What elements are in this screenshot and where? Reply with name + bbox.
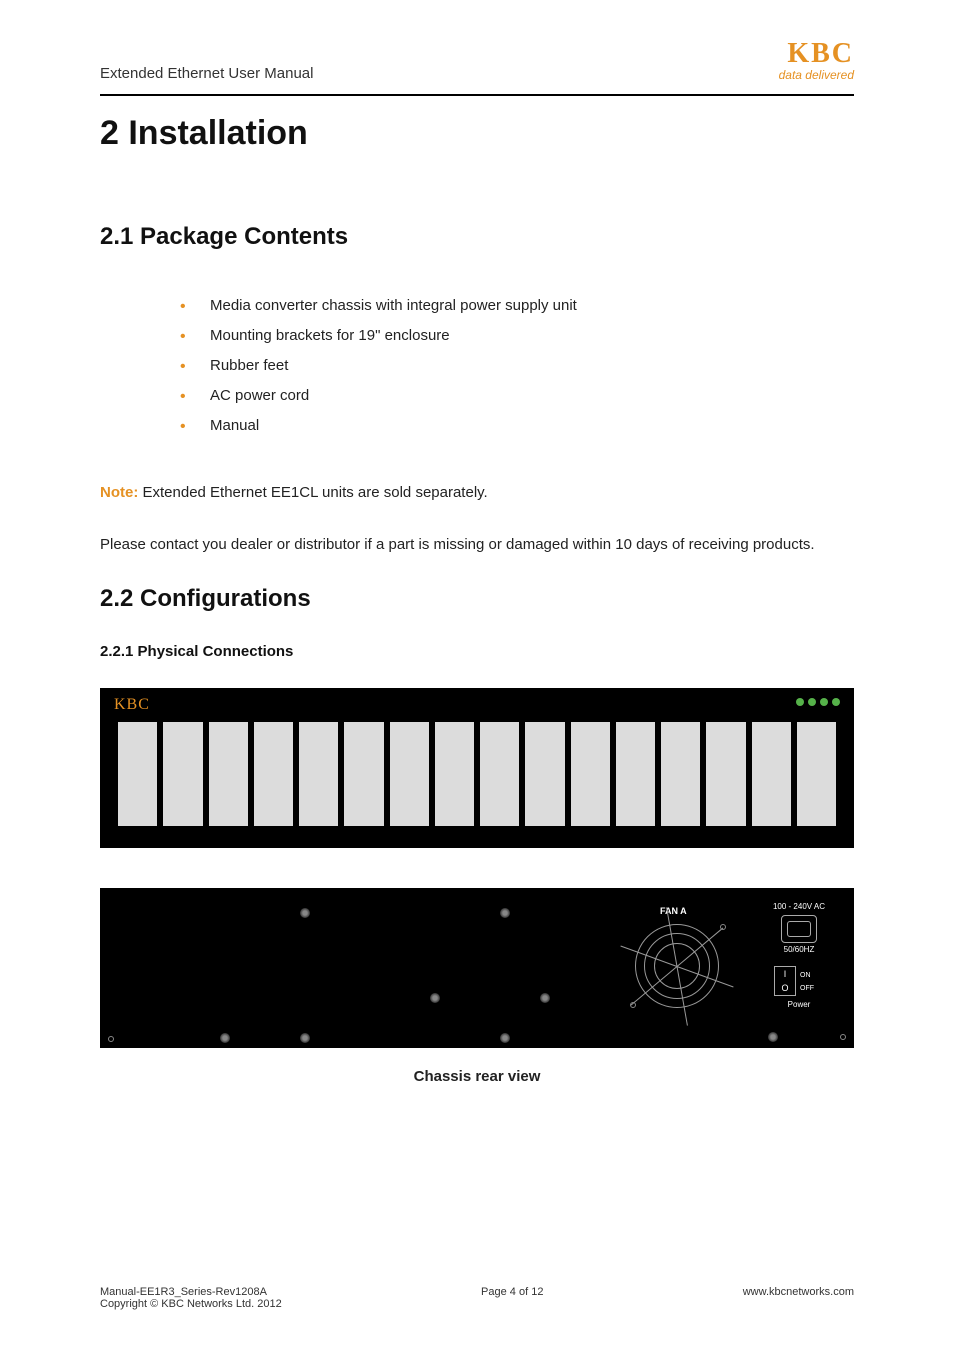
screw-icon	[300, 908, 310, 918]
switch-on-mark: I	[775, 967, 795, 981]
iec-socket-icon	[781, 915, 817, 943]
slot	[344, 722, 383, 826]
chassis-rear-figure: FAN A 100 - 240V AC 50/60HZ I O ON OFF	[100, 888, 854, 1048]
power-switch-row: I O ON OFF	[754, 960, 844, 996]
led-icon	[820, 698, 828, 706]
section-heading-config: 2.2 Configurations	[100, 585, 854, 613]
list-item: Mounting brackets for 19" enclosure	[180, 321, 854, 351]
slot	[797, 722, 836, 826]
chapter-heading: 2 Installation	[100, 114, 854, 153]
fan-label: FAN A	[660, 906, 687, 916]
slot	[209, 722, 248, 826]
screw-icon	[540, 993, 550, 1003]
package-list: Media converter chassis with integral po…	[100, 291, 854, 441]
slot	[163, 722, 202, 826]
logo-subtitle: data delivered	[779, 68, 854, 82]
slot	[118, 722, 157, 826]
list-item: AC power cord	[180, 381, 854, 411]
slot	[661, 722, 700, 826]
screw-icon	[500, 1033, 510, 1043]
section-heading-package: 2.1 Package Contents	[100, 223, 854, 251]
contact-paragraph: Please contact you dealer or distributor…	[100, 533, 854, 557]
switch-off-mark: O	[775, 981, 795, 995]
header-title: Extended Ethernet User Manual	[100, 65, 313, 82]
note-label: Note:	[100, 484, 138, 501]
switch-labels: ON OFF	[800, 972, 814, 992]
ac-hz-label: 50/60HZ	[754, 945, 844, 954]
fan-icon	[635, 924, 719, 1008]
page-footer: Manual-EE1R3_Series-Rev1208A Copyright ©…	[100, 1286, 854, 1310]
logo: KBC data delivered	[779, 38, 854, 82]
slot	[752, 722, 791, 826]
footer-left: Manual-EE1R3_Series-Rev1208A Copyright ©…	[100, 1286, 282, 1310]
on-label: ON	[800, 972, 814, 979]
footer-doc: Manual-EE1R3_Series-Rev1208A	[100, 1286, 282, 1298]
screw-icon	[768, 1032, 778, 1042]
screw-icon	[840, 1034, 846, 1040]
off-label: OFF	[800, 985, 814, 992]
slot	[525, 722, 564, 826]
screw-icon	[630, 1002, 636, 1008]
module-slots	[118, 722, 836, 826]
screw-icon	[500, 908, 510, 918]
power-switch-icon: I O	[774, 966, 796, 996]
screw-icon	[220, 1033, 230, 1043]
figure-caption: Chassis rear view	[100, 1068, 854, 1085]
chassis-brand-label: KBC	[114, 696, 150, 714]
footer-url: www.kbcnetworks.com	[743, 1286, 854, 1310]
footer-page: Page 4 of 12	[282, 1286, 743, 1310]
slot	[390, 722, 429, 826]
screw-icon	[720, 924, 726, 930]
screw-icon	[300, 1033, 310, 1043]
led-icon	[808, 698, 816, 706]
power-block: 100 - 240V AC 50/60HZ I O ON OFF Power	[754, 902, 844, 1032]
power-label: Power	[754, 1000, 844, 1009]
status-leds	[796, 698, 840, 706]
list-item: Manual	[180, 411, 854, 441]
chassis-front-figure: KBC	[100, 688, 854, 848]
subsection-heading-physical: 2.2.1 Physical Connections	[100, 643, 854, 660]
ac-voltage-label: 100 - 240V AC	[754, 902, 844, 911]
list-item: Media converter chassis with integral po…	[180, 291, 854, 321]
screw-icon	[430, 993, 440, 1003]
slot	[616, 722, 655, 826]
note-paragraph: Note: Extended Ethernet EE1CL units are …	[100, 481, 854, 505]
slot	[480, 722, 519, 826]
slot	[435, 722, 474, 826]
page: Extended Ethernet User Manual KBC data d…	[0, 0, 954, 1350]
slot	[706, 722, 745, 826]
note-text: Extended Ethernet EE1CL units are sold s…	[138, 484, 487, 501]
slot	[254, 722, 293, 826]
page-header: Extended Ethernet User Manual KBC data d…	[100, 38, 854, 88]
slot	[571, 722, 610, 826]
led-icon	[832, 698, 840, 706]
list-item: Rubber feet	[180, 351, 854, 381]
logo-text: KBC	[779, 38, 854, 70]
header-divider	[100, 94, 854, 96]
footer-copyright: Copyright © KBC Networks Ltd. 2012	[100, 1298, 282, 1310]
led-icon	[796, 698, 804, 706]
slot	[299, 722, 338, 826]
screw-icon	[108, 1036, 114, 1042]
